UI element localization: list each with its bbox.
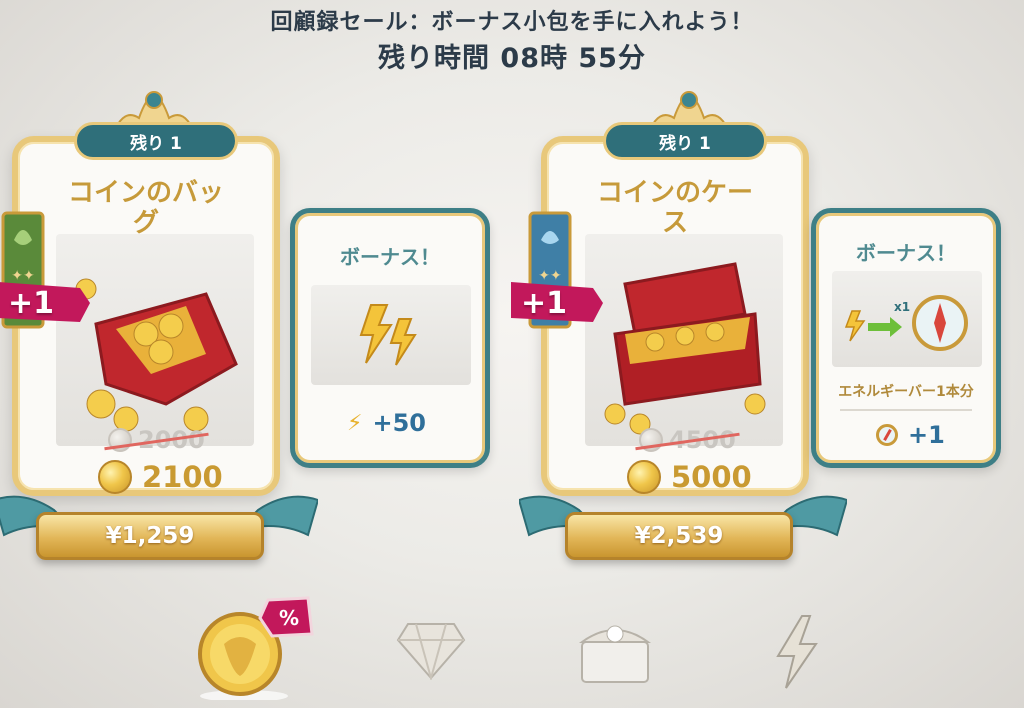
sale-subtitle: 回顧録セール：ボーナス小包を手に入れよう！ bbox=[270, 10, 754, 35]
coin-icon bbox=[627, 460, 661, 494]
divider bbox=[840, 409, 972, 411]
svg-text:x1: x1 bbox=[894, 300, 910, 314]
coin-bag-image bbox=[56, 234, 254, 446]
original-amount: 2000 bbox=[104, 426, 209, 454]
offer-coin-bag: コインのバッグ 2000 2100 残り 1 ✦✦ bbox=[0, 91, 500, 572]
offer-title: コインのケース bbox=[596, 178, 753, 238]
remaining-badge: 残り 1 bbox=[603, 122, 767, 160]
buy-button[interactable]: ¥2,539 bbox=[565, 512, 793, 560]
energy-compass-image: x1 bbox=[832, 271, 982, 367]
remaining-badge: 残り 1 bbox=[74, 122, 238, 160]
svg-text:%: % bbox=[279, 606, 299, 630]
bonus-compass-value: +1 bbox=[876, 421, 945, 449]
offer-title: コインのバッグ bbox=[67, 178, 224, 238]
chest-icon[interactable] bbox=[570, 610, 660, 690]
coin-case-image bbox=[585, 234, 783, 446]
bonus-title: ボーナス！ bbox=[856, 241, 956, 265]
bonus-caption: エネルギーバー1本分 bbox=[838, 384, 974, 400]
original-amount: 4500 bbox=[635, 426, 740, 454]
bonus-energy-value: ⚡ +50 bbox=[347, 409, 426, 437]
bottom-nav: % bbox=[0, 590, 1024, 708]
sale-badge: % bbox=[258, 594, 314, 640]
lightning-bundle-image bbox=[311, 285, 471, 385]
coin-icon bbox=[98, 460, 132, 494]
bonus-amount: 5000 bbox=[627, 460, 752, 494]
sale-timer: 残り時間 08時 55分 bbox=[378, 43, 646, 74]
buy-button[interactable]: ¥1,259 bbox=[36, 512, 264, 560]
bonus-card[interactable]: ボーナス！ x1 エネルギーバー1本分 +1 bbox=[811, 208, 1001, 468]
plus-one-banner: +1 bbox=[511, 278, 603, 328]
sale-header: 回顧録セール：ボーナス小包を手に入れよう！ 残り時間 08時 55分 bbox=[0, 4, 1024, 75]
diamond-icon[interactable] bbox=[396, 620, 466, 682]
bonus-amount: 2100 bbox=[98, 460, 223, 494]
offer-coin-case: コインのケース 4500 5000 残り 1 ✦✦ bbox=[511, 91, 1015, 572]
compass-icon bbox=[876, 424, 898, 446]
bonus-card[interactable]: ボーナス！ ⚡ +50 bbox=[290, 208, 490, 468]
energy-icon[interactable] bbox=[772, 614, 822, 690]
bonus-title: ボーナス！ bbox=[340, 245, 440, 269]
lightning-icon: ⚡ bbox=[347, 410, 363, 436]
plus-one-banner: +1 bbox=[0, 278, 90, 328]
